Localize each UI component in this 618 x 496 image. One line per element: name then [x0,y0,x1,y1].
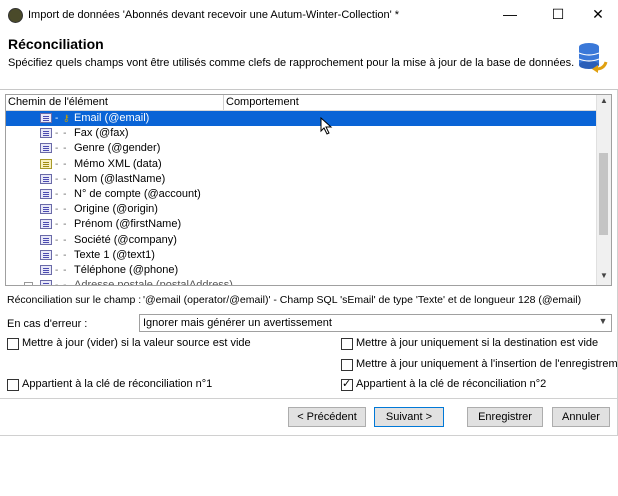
page-title: Réconciliation [8,36,104,52]
scroll-up-icon[interactable]: ▲ [599,96,609,108]
tree-row[interactable]: - - Prénom (@firstName) [6,217,598,232]
chevron-down-icon[interactable]: ▼ [597,316,609,330]
column-divider[interactable] [223,95,224,110]
field-icon [40,219,52,230]
maximize-button[interactable]: ☐ [538,2,578,26]
tree-connector: - - [55,128,68,140]
tree-row[interactable]: - ⚷ Email (@email) [6,111,598,127]
update-if-empty-label: Mettre à jour uniquement si la destinati… [356,337,599,349]
tree-row[interactable]: - - Nom (@lastName) [6,172,598,187]
tree-row[interactable]: - - Adresse postale (postalAddress) [6,278,598,286]
update-on-insert-box[interactable] [341,359,353,371]
reconciliation-label: Réconciliation sur le champ : [7,294,142,306]
field-icon [40,128,52,139]
field-tree-grid[interactable]: Chemin de l'élément Comportement - ⚷ Email… [5,94,612,286]
tree-row-label: Mémo XML (data) [74,157,162,170]
field-icon [40,188,52,199]
header-divider [0,89,618,90]
tree-connector: - - [55,188,68,200]
column-header-behavior[interactable]: Comportement [226,96,299,108]
memo-icon [40,158,52,169]
field-icon [40,264,52,275]
field-icon [40,234,52,245]
tree-row-label: Texte 1 (@text1) [74,248,155,261]
tree-connector: - - [55,143,68,155]
field-icon [40,173,52,184]
mouse-cursor-icon [320,117,333,135]
tree-connector: - - [55,264,68,276]
tree-row[interactable]: - - Fax (@fax) [6,126,598,141]
update-on-insert-label: Mettre à jour uniquement à l'insertion d… [356,358,618,370]
tree-connector: - - [55,249,68,261]
key1-box[interactable] [7,379,19,391]
key1-label: Appartient à la clé de réconciliation n°… [22,378,213,390]
vertical-scrollbar[interactable]: ▲ ▼ [596,95,611,285]
grid-header: Chemin de l'élément Comportement [6,95,598,111]
error-select-value: Ignorer mais générer un avertissement [143,317,332,329]
reconciliation-value: '@email (operator/@email)' - Champ SQL '… [143,294,582,306]
tree-connector: - [55,113,60,124]
tree-connector: - - [55,234,68,246]
tree-row[interactable]: - - Origine (@origin) [6,202,598,217]
tree-row-label: Téléphone (@phone) [74,263,179,276]
key2-box[interactable] [341,377,353,391]
folder-icon [40,280,52,285]
tree-row[interactable]: - - N° de compte (@account) [6,187,598,202]
tree-connector: - - [55,204,68,216]
tree-connector: - - [55,173,68,185]
tree-row-label: Email (@email) [74,112,150,124]
tree-row[interactable]: - - Texte 1 (@text1) [6,248,598,263]
tree-row-label: Prénom (@firstName) [74,218,182,231]
footer-divider [0,398,618,399]
tree-connector: - - [55,158,68,170]
tree-row-label: Fax (@fax) [74,127,129,140]
column-header-path[interactable]: Chemin de l'élément [8,96,108,108]
field-icon [40,113,52,123]
field-icon [40,249,52,260]
minimize-button[interactable]: — [490,2,530,26]
next-button[interactable]: Suivant > [374,407,444,427]
database-refresh-icon [578,43,608,73]
scroll-thumb[interactable] [599,153,608,235]
key-icon: ⚷ [63,113,70,123]
empty-update-box[interactable] [7,338,19,350]
tree-row[interactable]: - - Mémo XML (data) [6,157,598,172]
app-icon [8,8,23,23]
field-icon [40,204,52,215]
tree-row-label: Nom (@lastName) [74,172,166,185]
previous-button[interactable]: < Précédent [288,407,366,427]
tree-row[interactable]: - - Genre (@gender) [6,141,598,156]
field-icon [40,143,52,154]
error-label: En cas d'erreur : [7,318,88,330]
scroll-down-icon[interactable]: ▼ [599,271,609,283]
update-if-empty-box[interactable] [341,338,353,350]
tree-row-label: Origine (@origin) [74,203,158,216]
page-subtitle: Spécifiez quels champs vont être utilisé… [8,57,575,69]
tree-row-label: Genre (@gender) [74,142,161,155]
tree-row-label: N° de compte (@account) [74,187,201,200]
expand-icon[interactable] [24,282,33,285]
grid-rows: - ⚷ Email (@email) - - Fax (@fax) - - Genre (@… [6,111,598,286]
tree-row[interactable]: - - Téléphone (@phone) [6,263,598,278]
error-select[interactable]: Ignorer mais générer un avertissement ▼ [139,314,612,332]
window-title: Import de données 'Abonnés devant recevo… [28,9,400,21]
empty-update-label: Mettre à jour (vider) si la valeur sourc… [22,337,251,349]
tree-connector: - - [55,219,68,231]
title-bar: Import de données 'Abonnés devant recevo… [0,0,618,30]
close-button[interactable]: ✕ [578,2,618,26]
tree-row-label: Adresse postale (postalAddress) [74,279,233,286]
tree-row-label: Société (@company) [74,233,177,246]
tree-row[interactable]: - - Société (@company) [6,233,598,248]
key2-label: Appartient à la clé de réconciliation n°… [356,378,547,390]
cancel-button[interactable]: Annuler [552,407,610,427]
tree-connector: - - [55,280,68,286]
save-button[interactable]: Enregistrer [467,407,543,427]
import-dialog: Import de données 'Abonnés devant recevo… [0,0,618,436]
